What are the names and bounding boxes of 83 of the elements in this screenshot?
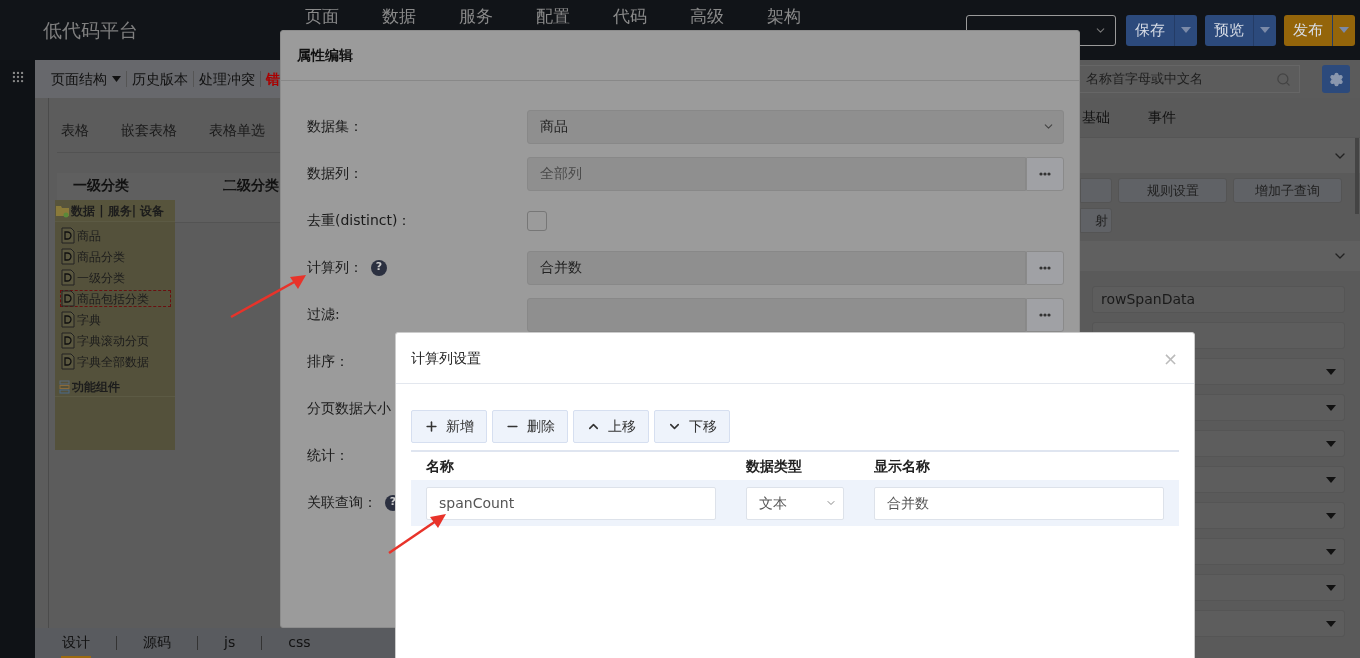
field-label: 去重(distinct)：: [307, 211, 412, 230]
column-header: 一级分类: [73, 176, 130, 195]
more-icon: [1039, 171, 1051, 176]
field-label: 过滤:: [307, 305, 340, 324]
toolbar-button[interactable]: 新增: [411, 410, 487, 443]
field-label: 计算列：: [307, 258, 363, 277]
component-tab[interactable]: 嵌套表格: [121, 120, 177, 141]
close-button[interactable]: ×: [1162, 344, 1178, 372]
nav-link[interactable]: 服务: [459, 6, 493, 26]
input-field[interactable]: spanCount: [426, 486, 716, 520]
grid-icon[interactable]: [10, 70, 25, 84]
input-field[interactable]: 合并数: [874, 486, 1164, 520]
toolbar-button[interactable]: 上移: [573, 410, 649, 443]
plus-icon: [424, 419, 439, 434]
panel-button[interactable]: 增加子查询: [1233, 178, 1342, 203]
panel-button[interactable]: 射: [1080, 208, 1112, 233]
toolbar-item[interactable]: 历史版本: [132, 68, 188, 90]
input-field[interactable]: rowSpanData: [1092, 286, 1345, 313]
toolbar-item[interactable]: 页面结构: [51, 68, 121, 90]
editor-tab[interactable]: 源码: [142, 628, 172, 658]
toolbar-button[interactable]: 下移: [654, 410, 730, 443]
field-label: 数据列：: [307, 164, 363, 183]
dialog-title: 计算列设置: [411, 348, 482, 368]
document-icon: [61, 332, 75, 349]
document-icon: [61, 269, 75, 286]
document-icon: [61, 353, 75, 370]
settings-button[interactable]: [1322, 65, 1350, 93]
field-label: 排序：: [307, 352, 349, 371]
settings-icon: [1328, 71, 1344, 87]
component-tab[interactable]: 表格单选: [209, 120, 265, 141]
help-icon[interactable]: ?: [371, 259, 387, 276]
input-field[interactable]: 全部列: [527, 156, 1026, 191]
app-logo: 低代码平台: [43, 17, 139, 43]
more-icon: [1039, 265, 1051, 270]
checkbox[interactable]: [527, 210, 547, 231]
field-label: 数据集：: [307, 117, 363, 136]
panel-tab[interactable]: 基础: [1082, 107, 1110, 128]
editor-tab[interactable]: 设计: [61, 628, 91, 658]
nav-link[interactable]: 页面: [305, 6, 339, 26]
caret-icon: [1326, 476, 1336, 483]
editor-tab[interactable]: js: [223, 628, 237, 658]
search-icon: [1276, 71, 1291, 87]
caret-icon: [1326, 440, 1336, 447]
caret-icon: [1326, 512, 1336, 519]
document-icon: [61, 311, 75, 328]
column-header: 名称: [425, 456, 455, 476]
nav-link[interactable]: 代码: [613, 6, 647, 26]
column-header: 数据类型: [745, 456, 803, 476]
column-header: 显示名称: [873, 456, 931, 476]
caret-icon: [1326, 548, 1336, 555]
field-label: 关联查询：: [307, 493, 377, 512]
caret-icon: [1326, 404, 1336, 411]
nav-link[interactable]: 配置: [536, 6, 570, 26]
field-label: 统计：: [307, 446, 349, 465]
input-field[interactable]: 合并数: [527, 250, 1026, 285]
caret-icon: [112, 76, 121, 82]
field-label: 分页数据大小: [307, 399, 391, 418]
toolbar-item[interactable]: 处理冲突: [199, 68, 255, 90]
column-header: 二级分类: [223, 176, 280, 195]
caret-icon: [1326, 584, 1336, 591]
panel-button[interactable]: 规则设置: [1118, 178, 1227, 203]
nav-link[interactable]: 架构: [767, 6, 801, 26]
nav-link[interactable]: 高级: [690, 6, 724, 26]
folder-icon: [55, 203, 70, 218]
panel-tab[interactable]: 事件: [1148, 107, 1176, 128]
select-field[interactable]: 文本: [746, 486, 844, 520]
panel-title: 数据 | 服务| 设备: [71, 202, 165, 220]
stack-icon: [59, 379, 70, 394]
caret-icon: [1326, 368, 1336, 375]
group-title[interactable]: 功能组件: [72, 377, 120, 396]
toolbar-button[interactable]: 删除: [492, 410, 568, 443]
document-icon: [61, 290, 75, 307]
document-icon: [61, 227, 75, 244]
input-field[interactable]: [527, 297, 1026, 332]
component-tab[interactable]: 表格: [61, 120, 89, 141]
annotation-arrow: [388, 514, 446, 555]
more-icon: [1039, 312, 1051, 317]
editor-tab[interactable]: css: [287, 628, 312, 658]
document-icon: [61, 248, 75, 265]
nav-link[interactable]: 数据: [382, 6, 416, 26]
dialog-title: 属性编辑: [297, 46, 353, 65]
select-field[interactable]: 商品: [527, 109, 1064, 144]
caret-icon: [1326, 620, 1336, 627]
